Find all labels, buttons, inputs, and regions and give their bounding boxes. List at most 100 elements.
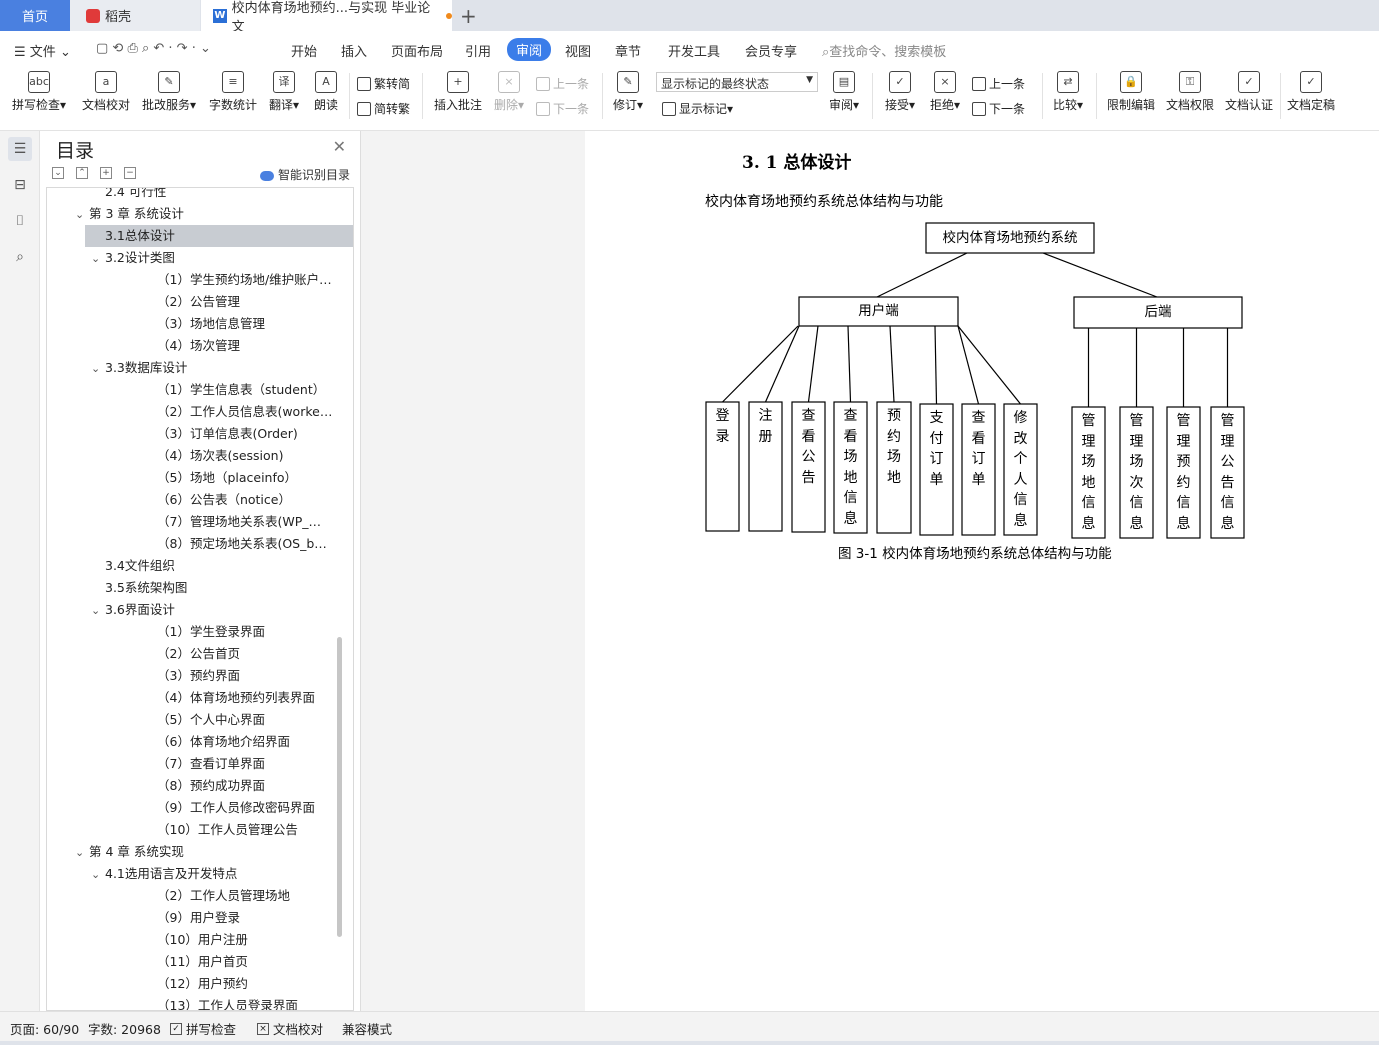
toc-item[interactable]: （7）管理场地关系表(WP_manage) [47,511,353,533]
add-heading-icon[interactable]: + [100,167,112,179]
menu-file[interactable]: ☰ 文件 ⌄ [14,41,71,60]
toc-item[interactable]: （4）场次管理 [47,335,353,357]
translate-button[interactable]: 译翻译▾ [264,71,304,123]
toc-item[interactable]: （13）工作人员登录界面 [47,995,353,1010]
menu-view[interactable]: 视图 [565,41,591,60]
menu-reference[interactable]: 引用 [465,41,491,60]
next-change-button[interactable]: 下一条 [972,100,1025,117]
chevron-down-icon[interactable]: ⌄ [75,842,89,863]
smart-toc-button[interactable]: 智能识别目录 [260,166,350,183]
restrict-edit-button[interactable]: 🔒 限制编辑 [1104,71,1158,123]
quick-access-toolbar[interactable]: ▢ ⟲ ⎙ ⌕ ↶ · ↷ · ⌄ [96,41,211,56]
toc-item[interactable]: （8）预定场地关系表(OS_book) [47,533,353,555]
tab-home[interactable]: 首页 [0,0,70,31]
toc-item[interactable]: （2）工作人员信息表(worker_info) [47,401,353,423]
new-tab-button[interactable]: + [460,4,477,28]
doc-proof-button[interactable]: a 文档校对 [78,71,134,123]
toc-item[interactable]: （2）公告首页 [47,643,353,665]
word-count-status[interactable]: 字数: 20968 [88,1019,161,1038]
toc-item[interactable]: （10）用户注册 [47,929,353,951]
insert-comment-button[interactable]: + 插入批注 [430,71,486,123]
toc-item[interactable]: ⌄ 第 3 章 系统设计 [47,203,353,225]
spell-check-status[interactable]: ✓ 拼写检查 [170,1019,236,1038]
bookmark-rail-icon[interactable]: ⌷ [8,209,32,233]
toc-item[interactable]: ⌄ 第 4 章 系统实现 [47,841,353,863]
toc-item[interactable]: （11）用户首页 [47,951,353,973]
accept-button[interactable]: ✓ 接受▾ [880,71,920,123]
toc-item[interactable]: 3.5系统架构图 [47,577,353,599]
toc-item[interactable]: （5）场地（placeinfo） [47,467,353,489]
markup-state-select[interactable]: 显示标记的最终状态 ▼ [656,72,818,92]
toc-item[interactable]: 3.4文件组织 [47,555,353,577]
compare-button[interactable]: ⇄ 比较▾ [1050,71,1086,123]
prev-change-button[interactable]: 上一条 [972,75,1025,92]
show-markup-button[interactable]: 显示标记 ▾ [662,100,733,117]
toc-item[interactable]: （1）学生信息表（student） [47,379,353,401]
toc-scrollbar[interactable] [337,637,342,937]
command-search[interactable]: ⌕查找命令、搜索模板 [822,41,946,60]
toc-item[interactable]: （4）体育场地预约列表界面 [47,687,353,709]
toc-item[interactable]: ⌄ 3.3数据库设计 [47,357,353,379]
toc-item[interactable]: （1）学生预约场地/维护账户/查看公告 [47,269,353,291]
menu-review[interactable]: 审阅 [507,38,552,61]
menu-chapter[interactable]: 章节 [615,41,641,60]
toc-item[interactable]: （1）学生登录界面 [47,621,353,643]
toc-item[interactable]: ⌄ 3.6界面设计 [47,599,353,621]
delete-comment-button[interactable]: × 删除▾ [490,71,528,123]
toc-item[interactable]: 3.1总体设计 [85,225,353,247]
doc-finalize-button[interactable]: ✓ 文档定稿 [1284,71,1338,123]
reject-button[interactable]: × 拒绝▾ [925,71,965,123]
toc-item[interactable]: （9）工作人员修改密码界面 [47,797,353,819]
toc-item[interactable]: （8）预约成功界面 [47,775,353,797]
toc-item[interactable]: （5）个人中心界面 [47,709,353,731]
toc-item[interactable]: （6）公告表（notice） [47,489,353,511]
tab-daoke[interactable]: 稻壳 [70,0,200,31]
track-changes-button[interactable]: ✎ 修订▾ [608,71,648,123]
menu-insert[interactable]: 插入 [341,41,367,60]
menu-layout[interactable]: 页面布局 [391,41,443,60]
revise-service-button[interactable]: ✎ 批改服务▾ [139,71,199,123]
remove-heading-icon[interactable]: − [124,167,136,179]
chevron-down-icon[interactable]: ⌄ [91,358,105,379]
doc-proof-status[interactable]: × 文档校对 [257,1019,323,1038]
word-count-button[interactable]: ≡ 字数统计 [206,71,260,123]
page-indicator[interactable]: 页面: 60/90 [10,1019,79,1038]
toc-item[interactable]: ⌄ 4.1选用语言及开发特点 [47,863,353,885]
find-rail-icon[interactable]: ⌕ [8,245,32,269]
toc-item[interactable]: （10）工作人员管理公告 [47,819,353,841]
collapse-all-icon[interactable]: ⌄ [52,167,64,179]
toc-item[interactable]: （2）公告管理 [47,291,353,313]
toc-item[interactable]: （12）用户预约 [47,973,353,995]
toc-item[interactable]: （6）体育场地介绍界面 [47,731,353,753]
doc-cert-button[interactable]: ✓ 文档认证 [1222,71,1276,123]
toc-rail-icon[interactable]: ☰ [8,137,32,161]
toc-item[interactable]: 2.4 可行性 [47,188,353,203]
next-comment-button[interactable]: 下一条 [536,100,589,117]
close-icon[interactable]: ✕ [333,137,346,156]
menu-member[interactable]: 会员专享 [745,41,797,60]
toc-item[interactable]: （2）工作人员管理场地 [47,885,353,907]
trad-to-simp-button[interactable]: 繁转简 [357,75,410,92]
toc-item[interactable]: （3）订单信息表(Order) [47,423,353,445]
tab-document[interactable]: W 校内体育场地预约...与实现 毕业论文 [201,0,453,35]
simp-to-trad-button[interactable]: 简转繁 [357,100,410,117]
toc-item[interactable]: ⌄ 3.2设计类图 [47,247,353,269]
menu-start[interactable]: 开始 [291,41,317,60]
review-pane-button[interactable]: ▤ 审阅▾ [826,71,862,123]
menu-dev-tools[interactable]: 开发工具 [668,41,720,60]
chevron-down-icon[interactable]: ⌄ [91,248,105,269]
toc-item[interactable]: （7）查看订单界面 [47,753,353,775]
chevron-down-icon[interactable]: ⌄ [91,600,105,621]
read-aloud-button[interactable]: A 朗读 [308,71,344,123]
toc-item[interactable]: （9）用户登录 [47,907,353,929]
chevron-down-icon[interactable]: ⌄ [75,204,89,225]
chevron-down-icon[interactable]: ⌄ [91,864,105,885]
toc-item[interactable]: （3）场地信息管理 [47,313,353,335]
prev-comment-button[interactable]: 上一条 [536,75,589,92]
toc-item[interactable]: （4）场次表(session) [47,445,353,467]
document-page[interactable]: 3. 1 总体设计 校内体育场地预约系统总体结构与功能 校内体育场地预约系统 用户… [585,131,1379,1011]
expand-up-icon[interactable]: ⌃ [76,167,88,179]
outline-rail-icon[interactable]: ⊟ [8,173,32,197]
doc-permission-button[interactable]: ⚿ 文档权限 [1163,71,1217,123]
spell-check-button[interactable]: abc 拼写检查▾ [8,71,70,123]
